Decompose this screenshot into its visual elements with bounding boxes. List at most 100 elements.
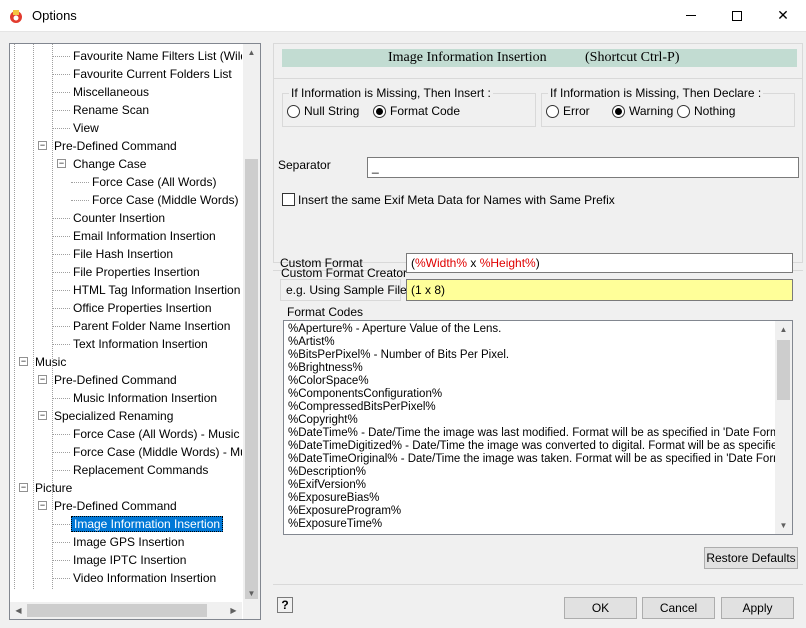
tree-item[interactable]: Replacement Commands [71,461,210,479]
scroll-down-icon[interactable]: ▼ [775,517,792,534]
separator-input[interactable]: _ [367,157,799,178]
tree-item[interactable]: Music [33,353,68,371]
tree-item[interactable]: HTML Tag Information Insertion [71,281,242,299]
maximize-button[interactable] [714,0,760,31]
tree-item[interactable]: Parent Folder Name Insertion [71,317,232,335]
options-tree[interactable]: Favourite Name Filters List (Wildcard Fav… [9,43,261,620]
format-code-item[interactable]: %ExposureBias% [288,492,776,505]
tree-item[interactable]: Image IPTC Insertion [71,551,188,569]
tree-item[interactable]: Rename Scan [71,101,151,119]
format-code-item[interactable]: %ExposureTime% [288,518,776,531]
format-code-item[interactable]: %DateTime% - Date/Time the image was las… [288,427,776,440]
format-code-item[interactable]: %ExifVersion% [288,479,776,492]
format-code-item[interactable]: %Description% [288,466,776,479]
format-code-item[interactable]: %Artist% [288,336,776,349]
tree-item-label: Office Properties Insertion [73,301,212,315]
restore-defaults-button[interactable]: Restore Defaults [704,547,798,569]
close-button[interactable]: ✕ [760,0,806,31]
tree-item[interactable]: Favourite Name Filters List (Wildcard [71,47,242,65]
tree-connector [52,254,70,255]
format-code-item[interactable]: %Brightness% [288,362,776,375]
apply-button[interactable]: Apply [721,597,794,619]
tree-item[interactable]: Change Case [71,155,148,173]
tree-item[interactable]: Force Case (Middle Words) [90,191,240,209]
tree-item[interactable]: Email Information Insertion [71,227,218,245]
tree-item[interactable]: Miscellaneous [71,83,151,101]
tree-item[interactable]: Office Properties Insertion [71,299,214,317]
tree-item-label: File Properties Insertion [73,265,200,279]
tree-item[interactable]: Pre-Defined Command [52,497,179,515]
scroll-down-icon[interactable]: ▼ [243,585,260,602]
minimize-button[interactable] [668,0,714,31]
tree-item[interactable]: Image Information Insertion [71,515,224,533]
collapse-icon[interactable]: − [19,483,28,492]
tree-item[interactable]: Text Information Insertion [71,335,210,353]
radio-circle[interactable] [546,105,559,118]
collapse-icon[interactable]: − [38,501,47,510]
tree-item[interactable]: Image GPS Insertion [71,533,186,551]
tree-hscroll-thumb[interactable] [27,604,207,617]
tree-item[interactable]: View [71,119,101,137]
radio-circle[interactable] [287,105,300,118]
radio-circle[interactable] [677,105,690,118]
scroll-left-icon[interactable]: ◀ [10,602,27,619]
tree-horizontal-scrollbar[interactable]: ◀ ▶ [10,602,242,619]
collapse-icon[interactable]: − [19,357,28,366]
same-prefix-checkbox[interactable] [282,193,295,206]
tree-connector [52,434,70,435]
tree-item[interactable]: Favourite Current Folders List [71,65,234,83]
collapse-icon[interactable]: − [38,375,47,384]
tree-connector [52,74,70,75]
format-codes-list[interactable]: %Aperture% - Aperture Value of the Lens.… [283,320,793,535]
radio-circle[interactable] [612,105,625,118]
format-part: ) [535,256,540,270]
format-code-item[interactable]: %ExposureProgram% [288,505,776,518]
format-code-item[interactable]: %DateTimeOriginal% - Date/Time the image… [288,453,776,466]
tree-item[interactable]: Pre-Defined Command [52,137,179,155]
format-part: x [467,256,480,270]
tree-scroll-thumb[interactable] [245,159,258,599]
bottom-divider [273,584,803,585]
format-code-item[interactable]: %ComponentsConfiguration% [288,388,776,401]
tree-item[interactable]: Force Case (All Words) - Music [71,425,241,443]
tree-item[interactable]: Specialized Renaming [52,407,175,425]
tree-item-label: Parent Folder Name Insertion [73,319,231,333]
format-code-item[interactable]: %Aperture% - Aperture Value of the Lens. [288,323,776,336]
collapse-icon[interactable]: − [38,141,47,150]
tree-item[interactable]: Music Information Insertion [71,389,219,407]
format-code-item[interactable]: %CompressedBitsPerPixel% [288,401,776,414]
scroll-up-icon[interactable]: ▲ [243,44,260,61]
scroll-up-icon[interactable]: ▲ [775,321,792,338]
tree-item[interactable]: File Properties Insertion [71,263,202,281]
format-code-item[interactable]: %Copyright% [288,414,776,427]
tree-item-label: View [73,121,99,135]
format-code-item[interactable]: %ColorSpace% [288,375,776,388]
cancel-button[interactable]: Cancel [642,597,715,619]
minimize-icon [686,15,696,16]
tree-item[interactable]: Force Case (Middle Words) - Mu [71,443,242,461]
ok-button[interactable]: OK [564,597,637,619]
help-button[interactable]: ? [277,597,293,613]
tree-item-label: Image IPTC Insertion [73,553,187,567]
tree-item[interactable]: File Hash Insertion [71,245,175,263]
scroll-right-icon[interactable]: ▶ [225,602,242,619]
format-code-item[interactable]: %BitsPerPixel% - Number of Bits Per Pixe… [288,349,776,362]
codes-scroll-thumb[interactable] [777,340,790,400]
tree-item[interactable]: Video Information Insertion [71,569,218,587]
tree-item[interactable]: Counter Insertion [71,209,167,227]
tree-item-label: Favourite Name Filters List (Wildcard [73,49,242,63]
collapse-icon[interactable]: − [38,411,47,420]
tree-item[interactable]: Pre-Defined Command [52,371,179,389]
tree-item-label: Image GPS Insertion [73,535,185,549]
radio-circle[interactable] [373,105,386,118]
tree-item[interactable]: Picture [33,479,74,497]
tree-connector [52,470,70,471]
tree-vertical-scrollbar[interactable]: ▲ ▼ [243,44,260,602]
collapse-icon[interactable]: − [57,159,66,168]
codes-vertical-scrollbar[interactable]: ▲ ▼ [775,321,792,534]
tree-guide-line [33,44,34,589]
custom-format-input[interactable]: (%Width% x %Height%) [406,253,793,273]
tree-connector [52,326,70,327]
format-code-item[interactable]: %DateTimeDigitized% - Date/Time the imag… [288,440,776,453]
tree-item[interactable]: Force Case (All Words) [90,173,218,191]
